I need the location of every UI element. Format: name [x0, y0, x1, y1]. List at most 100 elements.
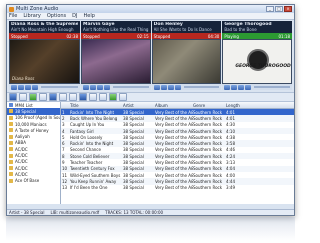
next-button[interactable]: [245, 84, 252, 90]
album-art: GEORGE THOROGOOD: [222, 39, 293, 84]
deck-time: 01:18: [278, 33, 291, 39]
menu-file[interactable]: File: [9, 13, 17, 19]
cell-title: Fantasy Girl: [70, 128, 94, 134]
tree-item-label: Ace Of Base: [15, 178, 40, 184]
shuffle-icon[interactable]: [89, 93, 97, 101]
minimize-button[interactable]: _: [266, 6, 274, 12]
folder-icon: [9, 159, 13, 164]
album-art: [151, 39, 222, 84]
volume-slider[interactable]: [41, 86, 78, 88]
menu-help[interactable]: Help: [83, 13, 94, 19]
volume-slider[interactable]: [183, 86, 220, 88]
pause-button[interactable]: [238, 84, 245, 90]
cell-artist: 38 Special: [123, 160, 144, 166]
menu-dj[interactable]: DJ: [72, 13, 77, 19]
pause-button[interactable]: [167, 84, 174, 90]
next-button[interactable]: [104, 84, 110, 90]
pause-button[interactable]: [97, 84, 103, 90]
cell-idx: 10: [62, 166, 68, 172]
cell-length: 4:24: [226, 153, 235, 159]
cell-album: Very Best of the A&M...: [155, 147, 193, 153]
column-header-genre[interactable]: Genre: [193, 103, 226, 108]
column-header-artist[interactable]: Artist: [123, 103, 155, 108]
stop-button[interactable]: [160, 84, 167, 90]
deck-controls: [9, 84, 80, 90]
deck-header: George Thorogood Bad to the Bone: [222, 21, 293, 33]
tree-item-label: AC/DC: [15, 146, 28, 152]
stop-button[interactable]: [231, 84, 238, 90]
cell-length: 4:00: [226, 172, 235, 178]
deck-controls: [222, 84, 293, 90]
cell-artist: 38 Special: [123, 185, 144, 191]
cell-title: If I'd Been the One: [70, 185, 108, 191]
play-button[interactable]: [153, 84, 160, 90]
stop-button[interactable]: [18, 84, 24, 90]
column-header-length[interactable]: Length: [226, 103, 244, 108]
maximize-button[interactable]: □: [275, 6, 283, 12]
deck-2: Marvin Gaye Ain't Nothing Like the Real …: [81, 21, 151, 90]
add-icon[interactable]: [29, 93, 37, 101]
menu-library[interactable]: Library: [23, 13, 40, 19]
window-title: Multi Zone Audio: [16, 6, 59, 12]
play-button[interactable]: [11, 84, 17, 90]
pause-button[interactable]: [25, 84, 31, 90]
volume-slider[interactable]: [113, 86, 149, 88]
save-icon[interactable]: [19, 93, 27, 101]
cell-genre: Southern Rock: [193, 134, 223, 140]
cell-title: You Keep Runnin' Away: [70, 178, 117, 184]
column-header-title[interactable]: Title: [70, 103, 123, 108]
folder-icon: [9, 178, 13, 183]
deck-status: Playing: [224, 33, 239, 39]
list-view-icon[interactable]: [59, 93, 67, 101]
tree-item-label: 10,000 Maniacs: [15, 121, 47, 127]
stop-button[interactable]: [90, 84, 96, 90]
cell-title: Hold On Loosely: [70, 134, 103, 140]
playlist-icon[interactable]: [79, 93, 87, 101]
folder-icon: [9, 172, 13, 177]
settings-icon[interactable]: [119, 93, 127, 101]
cell-genre: Southern Rock: [193, 153, 223, 159]
tree-item-label: AC/DC: [15, 165, 28, 171]
table-row[interactable]: 13 If I'd Been the One 38 Special Very Best…: [61, 185, 294, 191]
tree-item[interactable]: Ace Of Base: [7, 178, 60, 184]
search-icon[interactable]: [49, 93, 57, 101]
menu-options[interactable]: Options: [47, 13, 66, 19]
cell-length: 4:04: [226, 166, 235, 172]
cell-idx: 12: [62, 178, 68, 184]
window-reflection: [6, 217, 295, 241]
play-button[interactable]: [83, 84, 89, 90]
deck-track: Ain't Nothing Like the Real Thing: [83, 27, 149, 32]
title-bar[interactable]: Multi Zone Audio _ □ ×: [7, 5, 294, 13]
cell-idx: 8: [62, 153, 65, 159]
next-button[interactable]: [174, 84, 181, 90]
open-folder-icon[interactable]: [9, 93, 17, 101]
cell-genre: Southern Rock: [193, 160, 223, 166]
cell-title: Wild-Eyed Southern Boys: [70, 172, 121, 178]
deck-track: All She Wants to Do Is Dance: [153, 27, 212, 32]
folder-icon: [9, 153, 13, 158]
cell-idx: 11: [62, 172, 68, 178]
next-button[interactable]: [32, 84, 38, 90]
close-button[interactable]: ×: [284, 6, 292, 12]
remove-icon[interactable]: [39, 93, 47, 101]
play-button[interactable]: [224, 84, 231, 90]
folder-icon: [9, 147, 13, 152]
column-header-album[interactable]: Album: [155, 103, 193, 108]
deck-3: Don Henley All She Wants to Do Is Dance …: [151, 21, 222, 90]
deck-track: Bad to the Bone: [224, 27, 257, 32]
cell-idx: 2: [62, 115, 65, 121]
cell-album: Very Best of the A&M...: [155, 141, 193, 147]
cell-title: Caught Up In You: [70, 122, 105, 128]
tree-item-label: AC/DC: [15, 171, 28, 177]
cell-length: 3:58: [226, 141, 235, 147]
cell-genre: Southern Rock: [193, 128, 223, 134]
grid-view-icon[interactable]: [69, 93, 77, 101]
tree-item[interactable]: 106 Proof (Aged In Soul): [7, 115, 60, 121]
cell-artist: 38 Special: [123, 178, 144, 184]
deck-track: Ain't No Mountain High Enough: [11, 27, 74, 32]
mixer-icon[interactable]: [109, 93, 117, 101]
repeat-icon[interactable]: [99, 93, 107, 101]
app-icon: [9, 6, 14, 12]
volume-slider[interactable]: [254, 86, 291, 88]
cell-title: Stone Cold Believer: [70, 153, 110, 159]
